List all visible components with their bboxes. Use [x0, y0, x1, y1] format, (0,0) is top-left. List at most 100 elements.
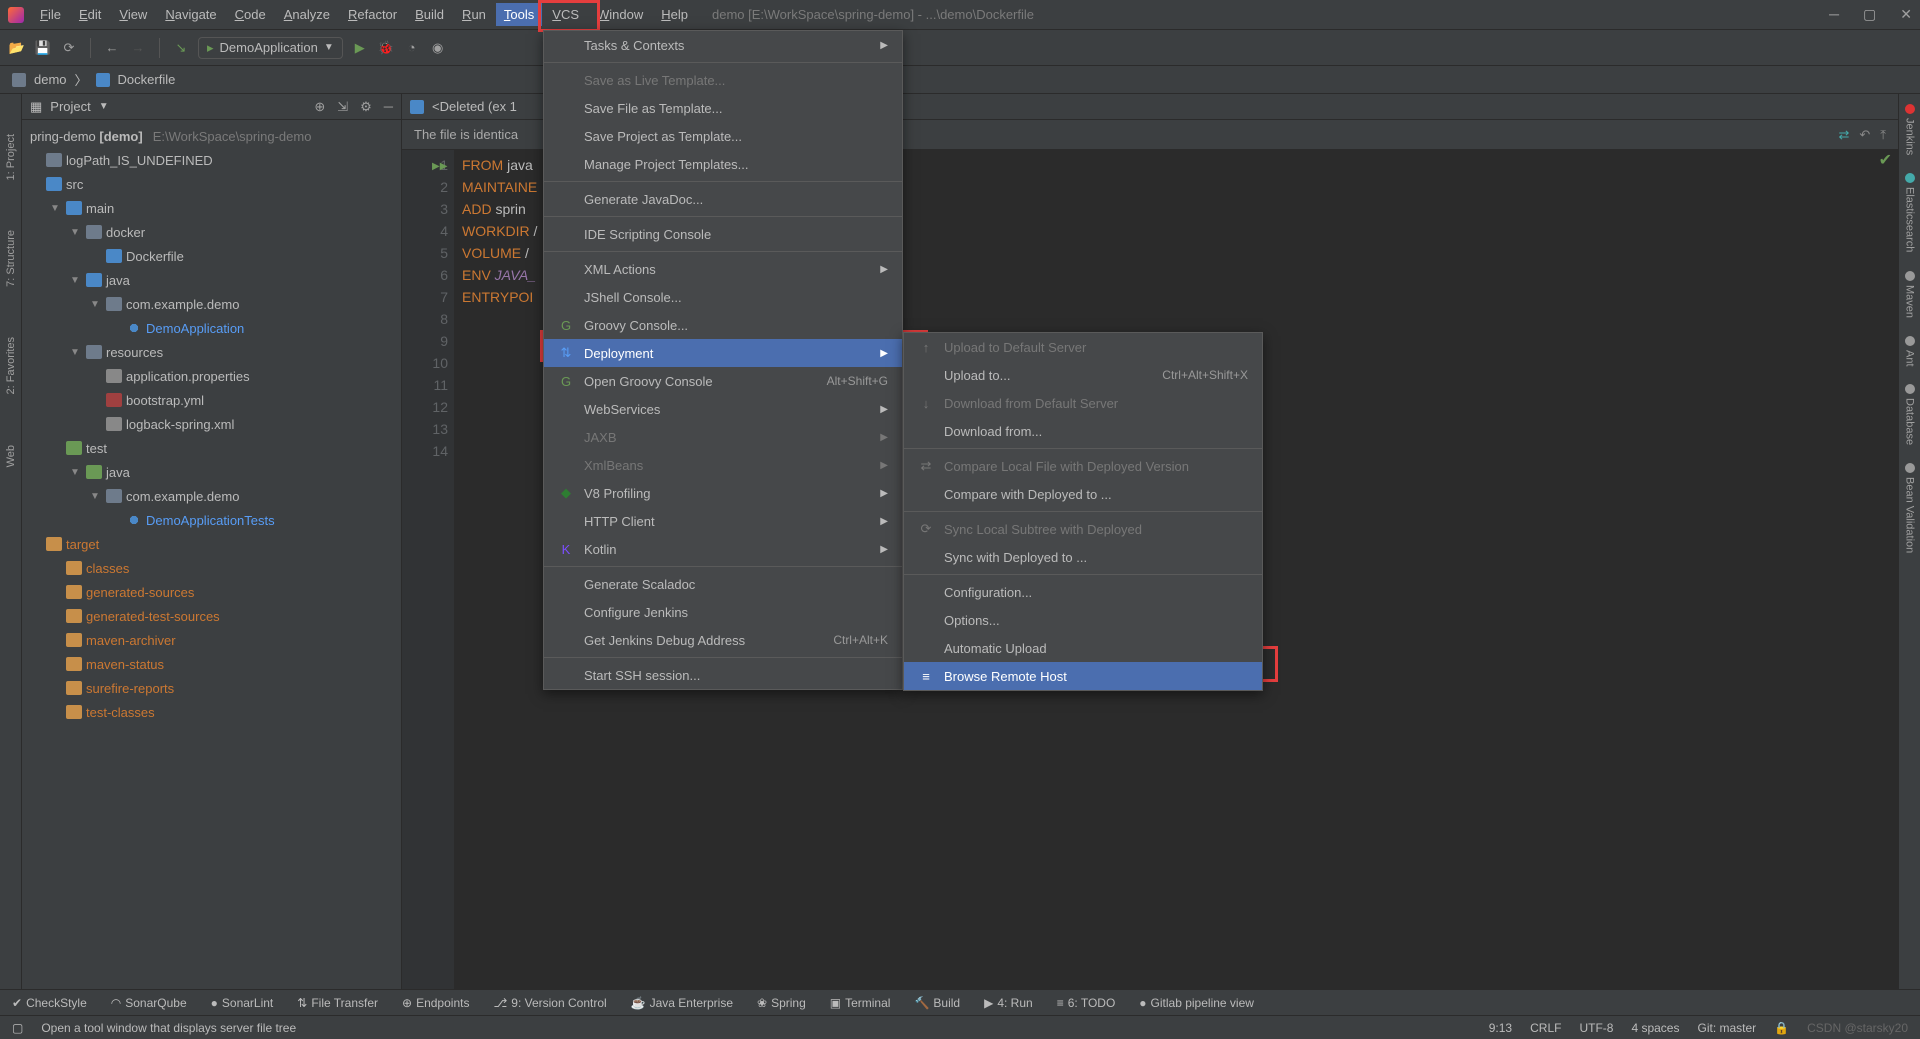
run-config-selector[interactable]: ▸ DemoApplication ▼	[198, 37, 343, 59]
tree-item[interactable]: ▼resources	[22, 340, 401, 364]
tree-item[interactable]: logPath_IS_UNDEFINED	[22, 148, 401, 172]
tree-item[interactable]: maven-status	[22, 652, 401, 676]
bottom-tool-tab[interactable]: ▶4: Run	[984, 996, 1033, 1010]
hammer-icon[interactable]: ↘	[172, 39, 190, 57]
banner-undo-icon[interactable]: ↶	[1859, 127, 1870, 143]
menu-item[interactable]: Generate Scaladoc	[544, 570, 902, 598]
tree-item[interactable]: ▼main	[22, 196, 401, 220]
minimize-icon[interactable]: ─	[1829, 6, 1839, 23]
status-lock-icon[interactable]: 🔒	[1774, 1021, 1789, 1035]
menu-edit[interactable]: Edit	[71, 3, 109, 26]
tree-item[interactable]: logback-spring.xml	[22, 412, 401, 436]
menu-item[interactable]: GGroovy Console...	[544, 311, 902, 339]
menu-refactor[interactable]: Refactor	[340, 3, 405, 26]
menu-item[interactable]: GOpen Groovy ConsoleAlt+Shift+G	[544, 367, 902, 395]
tree-item[interactable]: DemoApplication	[22, 316, 401, 340]
left-gutter-tab[interactable]: Web	[5, 445, 17, 467]
menu-item[interactable]: WebServices▶	[544, 395, 902, 423]
left-gutter-tab[interactable]: 1: Project	[5, 134, 17, 180]
tree-item[interactable]: generated-sources	[22, 580, 401, 604]
menu-item[interactable]: XML Actions▶	[544, 255, 902, 283]
banner-action-icon[interactable]: ⇄	[1838, 127, 1849, 143]
tree-root[interactable]: pring-demo [demo] E:\WorkSpace\spring-de…	[22, 124, 401, 148]
menu-item[interactable]: Start SSH session...	[544, 661, 902, 689]
bottom-tool-tab[interactable]: ●SonarLint	[211, 996, 274, 1010]
bottom-tool-tab[interactable]: ❀Spring	[757, 996, 806, 1010]
menu-analyze[interactable]: Analyze	[276, 3, 338, 26]
close-icon[interactable]: ✕	[1900, 6, 1912, 23]
bottom-tool-tab[interactable]: ⊕Endpoints	[402, 996, 469, 1010]
bottom-tool-tab[interactable]: ●Gitlab pipeline view	[1139, 996, 1254, 1010]
bottom-tool-tab[interactable]: ⇅File Transfer	[297, 996, 378, 1010]
tree-item[interactable]: target	[22, 532, 401, 556]
status-position[interactable]: 9:13	[1489, 1021, 1512, 1035]
right-gutter-tab[interactable]: Elasticsearch	[1904, 173, 1916, 252]
gutter-run-icon[interactable]: ▶▶	[432, 156, 447, 178]
left-gutter-tab[interactable]: 2: Favorites	[5, 337, 17, 394]
tree-item[interactable]: application.properties	[22, 364, 401, 388]
editor-tab[interactable]: <Deleted (ex 1	[432, 99, 517, 114]
menu-item[interactable]: Compare with Deployed to ...	[904, 480, 1262, 508]
tree-item[interactable]: bootstrap.yml	[22, 388, 401, 412]
right-gutter-tab[interactable]: Maven	[1904, 271, 1916, 318]
bottom-tool-tab[interactable]: ▣Terminal	[830, 996, 891, 1010]
menu-item[interactable]: ◆V8 Profiling▶	[544, 479, 902, 507]
menu-item[interactable]: Sync with Deployed to ...	[904, 543, 1262, 571]
back-icon[interactable]: ←	[103, 39, 121, 57]
breadcrumb-item[interactable]: demo	[34, 72, 67, 87]
tree-item[interactable]: ▼docker	[22, 220, 401, 244]
menu-item[interactable]: Save Project as Template...	[544, 122, 902, 150]
menu-item[interactable]: Automatic Upload	[904, 634, 1262, 662]
menu-file[interactable]: File	[32, 3, 69, 26]
gear-icon[interactable]: ⚙	[360, 99, 372, 115]
left-gutter-tab[interactable]: 7: Structure	[5, 230, 17, 287]
right-gutter-tab[interactable]: Bean Validation	[1904, 463, 1916, 553]
banner-pin-icon[interactable]: ⤒	[1880, 127, 1886, 143]
tree-item[interactable]: ▼java	[22, 268, 401, 292]
menu-item[interactable]: ≡Browse Remote Host	[904, 662, 1262, 690]
run-icon[interactable]: ▶	[351, 39, 369, 57]
tree-item[interactable]: classes	[22, 556, 401, 580]
bottom-tool-tab[interactable]: ☕Java Enterprise	[631, 996, 733, 1010]
tree-arrow-icon[interactable]: ▼	[50, 203, 62, 214]
expand-icon[interactable]: ⇲	[337, 99, 348, 115]
inspection-ok-icon[interactable]: ✔	[1879, 150, 1892, 170]
tree-item[interactable]: ▼java	[22, 460, 401, 484]
menu-item[interactable]: Options...	[904, 606, 1262, 634]
menu-item[interactable]: Manage Project Templates...	[544, 150, 902, 178]
menu-item[interactable]: Tasks & Contexts▶	[544, 31, 902, 59]
tree-item[interactable]: ▼com.example.demo	[22, 292, 401, 316]
menu-item[interactable]: Save File as Template...	[544, 94, 902, 122]
bottom-tool-tab[interactable]: ◠SonarQube	[111, 996, 187, 1010]
menu-code[interactable]: Code	[227, 3, 274, 26]
tree-arrow-icon[interactable]: ▼	[70, 347, 82, 358]
right-gutter-tab[interactable]: Ant	[1904, 336, 1916, 367]
tree-item[interactable]: DemoApplicationTests	[22, 508, 401, 532]
menu-view[interactable]: View	[111, 3, 155, 26]
tree-item[interactable]: Dockerfile	[22, 244, 401, 268]
status-indent[interactable]: 4 spaces	[1631, 1021, 1679, 1035]
bottom-tool-tab[interactable]: ✔CheckStyle	[12, 996, 87, 1010]
tree-arrow-icon[interactable]: ▼	[90, 299, 102, 310]
menu-vcs[interactable]: VCS	[544, 3, 587, 26]
menu-build[interactable]: Build	[407, 3, 452, 26]
save-icon[interactable]: 💾	[34, 39, 52, 57]
chevron-down-icon[interactable]: ▼	[99, 101, 109, 112]
maximize-icon[interactable]: ▢	[1863, 6, 1876, 23]
tree-item[interactable]: maven-archiver	[22, 628, 401, 652]
menu-item[interactable]: IDE Scripting Console	[544, 220, 902, 248]
project-tree[interactable]: pring-demo [demo] E:\WorkSpace\spring-de…	[22, 120, 401, 989]
bottom-tool-tab[interactable]: ≡6: TODO	[1057, 996, 1116, 1010]
debug-icon[interactable]: 🐞	[377, 39, 395, 57]
tree-arrow-icon[interactable]: ▼	[90, 491, 102, 502]
right-gutter-tab[interactable]: Jenkins	[1904, 104, 1916, 155]
menu-help[interactable]: Help	[653, 3, 696, 26]
open-icon[interactable]: 📂	[8, 39, 26, 57]
menu-item[interactable]: KKotlin▶	[544, 535, 902, 563]
right-gutter-tab[interactable]: Database	[1904, 384, 1916, 445]
tree-item[interactable]: ▼com.example.demo	[22, 484, 401, 508]
tree-item[interactable]: src	[22, 172, 401, 196]
menu-item[interactable]: ⇅Deployment▶	[544, 339, 902, 367]
tree-arrow-icon[interactable]: ▼	[70, 227, 82, 238]
tree-item[interactable]: test-classes	[22, 700, 401, 724]
